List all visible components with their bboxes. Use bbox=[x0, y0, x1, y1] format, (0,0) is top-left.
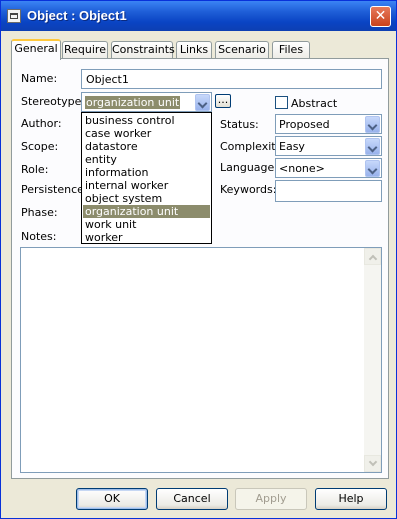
cancel-button[interactable]: Cancel bbox=[156, 488, 228, 510]
keywords-input[interactable] bbox=[275, 180, 382, 202]
list-item[interactable]: worker bbox=[83, 231, 210, 244]
status-value: Proposed bbox=[279, 118, 330, 131]
name-label: Name: bbox=[21, 72, 58, 85]
window-title: Object : Object1 bbox=[27, 8, 127, 23]
stereotype-select[interactable]: organization unit bbox=[81, 92, 212, 112]
tab-require[interactable]: Require bbox=[62, 41, 108, 59]
language-label: Language: bbox=[220, 161, 278, 174]
list-item[interactable]: internal worker bbox=[83, 179, 210, 192]
list-item-selected[interactable]: organization unit bbox=[83, 205, 210, 218]
scroll-down-icon[interactable] bbox=[364, 455, 381, 472]
tab-files[interactable]: Files bbox=[272, 41, 310, 59]
list-item[interactable]: entity bbox=[83, 153, 210, 166]
list-item[interactable]: business control bbox=[83, 114, 210, 127]
role-label: Role: bbox=[21, 163, 49, 176]
list-item[interactable]: case worker bbox=[83, 127, 210, 140]
abstract-checkbox[interactable] bbox=[275, 96, 288, 109]
stereotype-label: Stereotype: bbox=[21, 95, 86, 108]
chevron-down-icon[interactable] bbox=[365, 138, 380, 155]
list-item[interactable]: datastore bbox=[83, 140, 210, 153]
status-label: Status: bbox=[220, 118, 259, 131]
complexity-select[interactable]: Easy bbox=[275, 136, 382, 156]
help-button[interactable]: Help bbox=[315, 488, 387, 510]
persistence-label: Persistence: bbox=[21, 183, 88, 196]
language-select[interactable]: <none> bbox=[275, 158, 382, 178]
notes-label: Notes: bbox=[21, 230, 57, 243]
phase-label: Phase: bbox=[21, 206, 58, 219]
complexity-value: Easy bbox=[279, 140, 305, 153]
chevron-down-icon[interactable] bbox=[195, 94, 210, 111]
tab-constraints[interactable]: Constraints bbox=[111, 41, 175, 59]
status-select[interactable]: Proposed bbox=[275, 114, 382, 134]
name-input[interactable]: Object1 bbox=[81, 69, 382, 89]
tab-links[interactable]: Links bbox=[176, 41, 212, 59]
keywords-label: Keywords: bbox=[220, 183, 277, 196]
list-item[interactable]: work unit bbox=[83, 218, 210, 231]
ok-button[interactable]: OK bbox=[76, 488, 148, 510]
stereotype-browse-button[interactable]: ... bbox=[215, 94, 231, 108]
apply-button[interactable]: Apply bbox=[235, 488, 307, 510]
list-item[interactable]: information bbox=[83, 166, 210, 179]
stereotype-dropdown-list: business control case worker datastore e… bbox=[81, 112, 212, 244]
chevron-down-icon[interactable] bbox=[365, 160, 380, 177]
object-properties-dialog: Object : Object1 ✕ General Require Const… bbox=[0, 0, 397, 519]
notes-textarea[interactable] bbox=[20, 247, 382, 473]
tab-general[interactable]: General bbox=[11, 39, 61, 60]
stereotype-value: organization unit bbox=[85, 96, 181, 109]
notes-scrollbar[interactable] bbox=[364, 248, 381, 472]
chevron-down-icon[interactable] bbox=[365, 116, 380, 133]
scope-label: Scope: bbox=[21, 140, 59, 153]
language-value: <none> bbox=[279, 162, 325, 175]
abstract-label: Abstract bbox=[291, 97, 338, 110]
scroll-up-icon[interactable] bbox=[364, 248, 381, 265]
list-item[interactable]: object system bbox=[83, 192, 210, 205]
title-bar[interactable]: Object : Object1 ✕ bbox=[1, 1, 396, 31]
object-icon bbox=[7, 9, 21, 23]
author-label: Author: bbox=[21, 117, 62, 130]
tab-scenario[interactable]: Scenario bbox=[215, 41, 269, 59]
close-icon[interactable]: ✕ bbox=[370, 6, 391, 27]
